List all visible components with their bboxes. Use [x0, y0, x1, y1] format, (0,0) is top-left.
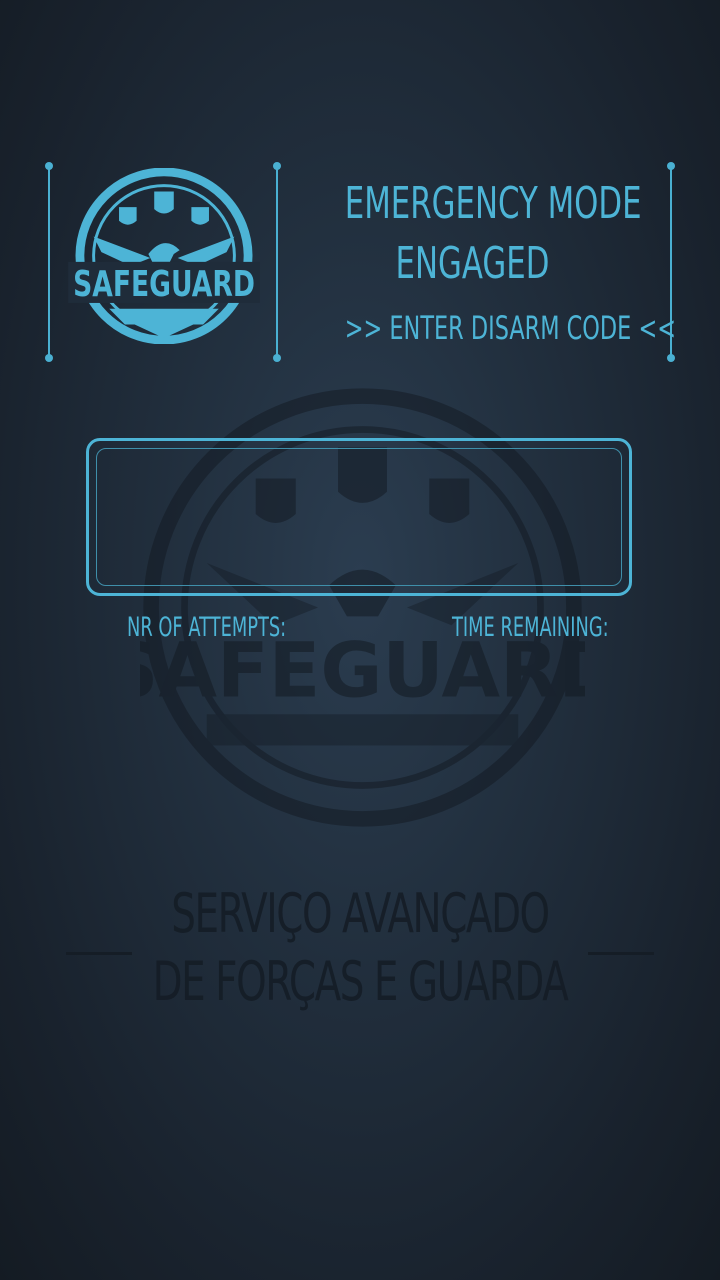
logo-text: SAFEGUARD	[73, 264, 255, 305]
frame-dot	[45, 354, 53, 362]
frame-line-left	[48, 166, 50, 358]
disarm-code-prompt: >> ENTER DISARM CODE <<	[344, 309, 676, 347]
time-remaining-label: TIME REMAINING:	[452, 612, 609, 643]
background-title: SERVIÇO AVANÇADO DE FORÇAS E GUARDA	[152, 882, 569, 1013]
emergency-title-line1: EMERGENCY MODE	[344, 178, 642, 229]
attempts-label: NR OF ATTEMPTS:	[127, 612, 287, 643]
emergency-title-line2: ENGAGED	[395, 238, 550, 289]
frame-dot	[667, 354, 675, 362]
frame-dot	[273, 162, 281, 170]
frame-dot	[45, 162, 53, 170]
disarm-code-input-inner[interactable]	[96, 448, 622, 586]
background-divider-left	[66, 952, 132, 955]
frame-line-middle	[276, 166, 278, 358]
background-divider-right	[588, 952, 654, 955]
safeguard-logo-icon: SAFEGUARD	[68, 168, 260, 344]
frame-dot	[667, 162, 675, 170]
disarm-code-input[interactable]	[86, 438, 632, 596]
frame-dot	[273, 354, 281, 362]
